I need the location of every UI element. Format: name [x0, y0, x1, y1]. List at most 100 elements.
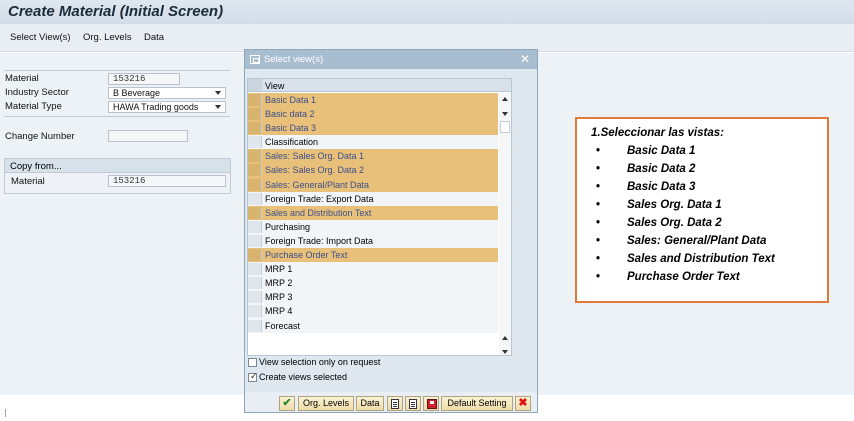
view-label: Basic Data 3 — [265, 123, 317, 134]
vertical-scrollbar[interactable] — [499, 93, 511, 355]
row-selector[interactable] — [248, 277, 262, 290]
bullet-icon: • — [596, 217, 601, 229]
view-label: Sales: General/Plant Data — [265, 179, 370, 190]
note-item-text: Basic Data 2 — [627, 163, 696, 175]
row-selector[interactable] — [248, 136, 262, 149]
table-row[interactable]: Sales: General/Plant Data — [248, 177, 498, 192]
row-selector[interactable] — [248, 94, 262, 106]
table-row[interactable]: MRP 2 — [248, 276, 498, 291]
org-levels-button[interactable]: Org. Levels — [298, 396, 354, 411]
table-row[interactable]: MRP 4 — [248, 304, 498, 319]
material-type-value: HAWA Trading goods — [113, 102, 199, 112]
change-number-field[interactable] — [108, 130, 188, 142]
deselect-all-button[interactable] — [405, 396, 421, 411]
view-label: Purchasing — [265, 221, 311, 232]
select-all-column[interactable] — [248, 79, 262, 91]
note-item-text: Basic Data 3 — [627, 181, 696, 193]
table-row[interactable]: MRP 1 — [248, 262, 498, 277]
cancel-button[interactable]: ✖ — [515, 396, 531, 411]
row-selector[interactable] — [248, 291, 262, 304]
row-selector[interactable] — [248, 319, 262, 332]
bullet-icon: • — [596, 253, 601, 265]
scroll-down-icon[interactable] — [502, 112, 508, 116]
note-item-text: Sales and Distribution Text — [627, 253, 775, 265]
row-selector[interactable] — [248, 122, 262, 135]
table-row[interactable]: Sales and Distribution Text — [248, 205, 498, 220]
row-selector[interactable] — [248, 234, 262, 247]
view-label: Basic data 2 — [265, 109, 315, 120]
scroll-down-icon[interactable] — [502, 350, 508, 354]
bullet-icon: • — [596, 271, 601, 283]
bullet-icon: • — [596, 181, 601, 193]
table-row[interactable]: Purchasing — [248, 219, 498, 234]
scroll-up-icon[interactable] — [502, 97, 508, 101]
menu-data[interactable]: Data — [144, 32, 164, 43]
continue-button[interactable]: ✔ — [279, 396, 295, 411]
data-button[interactable]: Data — [356, 396, 384, 411]
note-item-text: Sales Org. Data 2 — [627, 217, 722, 229]
row-selector[interactable] — [248, 263, 262, 276]
note-item-text: Sales: General/Plant Data — [627, 235, 767, 247]
table-row[interactable]: Purchase Order Text — [248, 248, 498, 263]
material-field[interactable]: 153216 — [108, 73, 180, 85]
create-views-label: Create views selected — [259, 372, 348, 382]
view-label: Forecast — [265, 320, 301, 331]
table-row[interactable]: MRP 3 — [248, 290, 498, 305]
view-label: Classification — [265, 137, 319, 148]
menu-select-views[interactable]: Select View(s) — [10, 32, 71, 43]
menu-bar: Select View(s) Org. Levels Data — [0, 24, 854, 52]
table-row[interactable]: Forecast — [248, 318, 498, 333]
row-selector[interactable] — [248, 108, 262, 121]
title-bar: Create Material (Initial Screen) — [0, 0, 854, 24]
create-views-checkbox[interactable]: ✓ — [248, 371, 258, 382]
scroll-up-icon[interactable] — [502, 336, 508, 340]
material-label: Material — [5, 73, 39, 84]
row-selector[interactable] — [248, 206, 262, 219]
view-label: Foreign Trade: Export Data — [265, 193, 374, 204]
table-row[interactable]: Foreign Trade: Export Data — [248, 191, 498, 206]
view-label: Sales and Distribution Text — [265, 207, 372, 218]
scroll-thumb[interactable] — [500, 121, 510, 133]
note-item-text: Purchase Order Text — [627, 271, 740, 283]
text-cursor — [5, 409, 6, 417]
table-row[interactable]: Basic data 2 — [248, 107, 498, 122]
row-selector[interactable] — [248, 305, 262, 318]
industry-sector-label: Industry Sector — [5, 87, 69, 98]
copy-from-header: Copy from... — [4, 158, 231, 173]
material-type-select[interactable]: HAWA Trading goods — [108, 101, 226, 113]
copy-from-box: Material 153216 — [4, 173, 231, 194]
view-column-header: View — [265, 81, 285, 91]
dialog-toolbar: ✔ Org. Levels Data Default Setting ✖ — [245, 392, 537, 412]
table-row[interactable]: Sales: Sales Org. Data 1 — [248, 149, 498, 164]
table-row[interactable]: Basic Data 1 — [248, 93, 498, 108]
row-selector[interactable] — [248, 220, 262, 233]
industry-sector-select[interactable]: B Beverage — [108, 87, 226, 99]
sap-window: Create Material (Initial Screen) Select … — [0, 0, 854, 421]
table-row[interactable]: Sales: Sales Org. Data 2 — [248, 163, 498, 178]
row-selector[interactable] — [248, 178, 262, 191]
change-number-label: Change Number — [5, 131, 75, 142]
row-selector[interactable] — [248, 164, 262, 177]
view-on-request-checkbox[interactable] — [248, 358, 257, 367]
default-setting-button[interactable]: Default Setting — [441, 396, 513, 411]
view-label: Foreign Trade: Import Data — [265, 235, 374, 246]
bullet-icon: • — [596, 163, 601, 175]
select-all-button[interactable] — [387, 396, 403, 411]
table-row[interactable]: Foreign Trade: Import Data — [248, 233, 498, 249]
copy-material-field[interactable]: 153216 — [108, 175, 226, 187]
save-button[interactable] — [423, 396, 439, 411]
save-icon — [427, 399, 437, 409]
close-icon[interactable]: ✕ — [520, 53, 530, 65]
row-selector[interactable] — [248, 192, 262, 205]
select-all-icon — [391, 399, 399, 409]
row-selector[interactable] — [248, 249, 262, 262]
menu-org-levels[interactable]: Org. Levels — [83, 32, 132, 43]
divider — [4, 116, 230, 117]
select-views-dialog: Select view(s) ✕ View Basic Data 1 Basic … — [244, 49, 538, 413]
table-row[interactable]: Classification — [248, 135, 498, 150]
table-row[interactable]: Basic Data 3 — [248, 121, 498, 136]
material-type-label: Material Type — [5, 101, 62, 112]
row-selector[interactable] — [248, 150, 262, 163]
view-label: MRP 3 — [265, 292, 293, 303]
check-icon: ✔ — [282, 397, 292, 409]
